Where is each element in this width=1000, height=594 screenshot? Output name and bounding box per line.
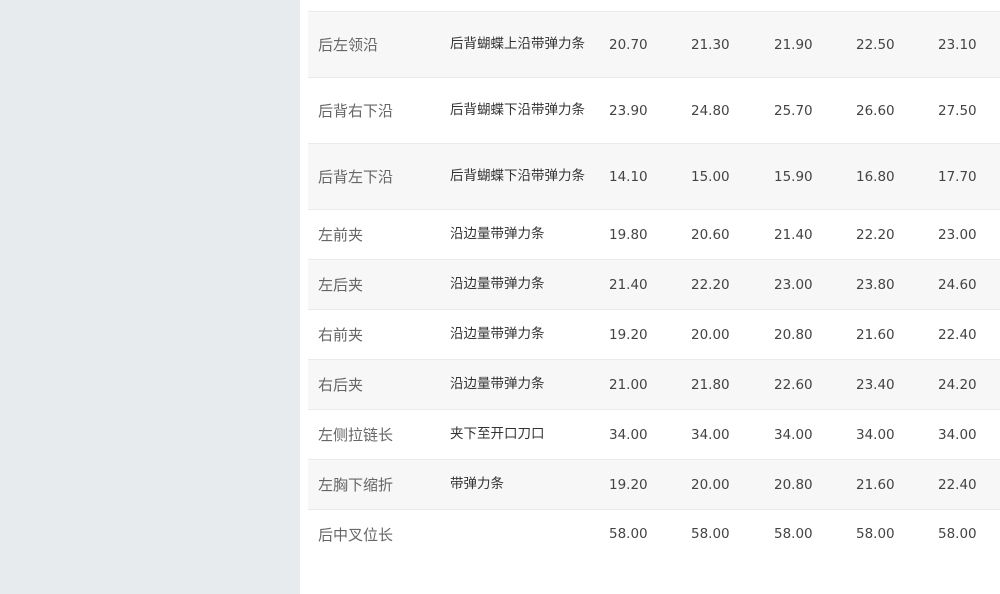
cell-size-value: 24.20 (920, 359, 1000, 410)
cell-size-value: 22.20 (673, 259, 756, 310)
cell-size-value: 22.20 (838, 209, 920, 260)
cell-size-value: 21.60 (838, 309, 920, 360)
cell-measure-method (439, 509, 591, 558)
cell-measure-method: 后背蝴蝶上沿带弹力条 (439, 11, 591, 78)
cell-size-value: 58.00 (591, 509, 673, 558)
table-row: 左侧拉链长 夹下至开口刀口 34.00 34.00 34.00 34.00 34.00 (308, 409, 1000, 460)
left-sidebar-panel (0, 0, 300, 594)
cell-measure-method: 沿边量带弹力条 (439, 359, 591, 410)
cell-measure-method: 后背蝴蝶下沿带弹力条 (439, 143, 591, 210)
cell-size-value: 58.00 (673, 509, 756, 558)
cell-measure-method: 沿边量带弹力条 (439, 259, 591, 310)
cell-size-value: 27.50 (920, 77, 1000, 144)
cell-size-value: 20.80 (756, 309, 838, 360)
cell-size-value: 34.00 (756, 409, 838, 460)
table-row: 后左领沿 后背蝴蝶上沿带弹力条 20.70 21.30 21.90 22.50 23.10 (308, 11, 1000, 78)
cell-size-value: 21.90 (756, 11, 838, 78)
table-row: 后背右下沿 后背蝴蝶下沿带弹力条 23.90 24.80 25.70 26.60 27.50 (308, 77, 1000, 144)
cell-part-name: 右前夹 (308, 309, 439, 360)
cell-size-value: 19.20 (591, 459, 673, 510)
table-row: 左后夹 沿边量带弹力条 21.40 22.20 23.00 23.80 24.60 (308, 259, 1000, 310)
cell-size-value: 24.60 (920, 259, 1000, 310)
table-row: 后中叉位长 58.00 58.00 58.00 58.00 58.00 (308, 509, 1000, 558)
cell-size-value: 20.70 (591, 11, 673, 78)
cell-size-value: 21.00 (591, 359, 673, 410)
cell-size-value: 21.60 (838, 459, 920, 510)
table-row: 左胸下缩折 带弹力条 19.20 20.00 20.80 21.60 22.40 (308, 459, 1000, 510)
cell-size-value: 23.00 (920, 209, 1000, 260)
cell-part-name: 后中叉位长 (308, 509, 439, 558)
cell-part-name: 左胸下缩折 (308, 459, 439, 510)
cell-part-name: 左后夹 (308, 259, 439, 310)
cell-size-value: 26.60 (838, 77, 920, 144)
cell-size-value: 20.80 (756, 459, 838, 510)
cell-part-name: 后背左下沿 (308, 143, 439, 210)
cell-part-name: 后左领沿 (308, 11, 439, 78)
cell-size-value: 22.40 (920, 309, 1000, 360)
table-row: 左前夹 沿边量带弹力条 19.80 20.60 21.40 22.20 23.00 (308, 209, 1000, 260)
cell-size-value: 34.00 (838, 409, 920, 460)
table-row-partial (308, 0, 1000, 12)
cell-part-name: 后背右下沿 (308, 77, 439, 144)
cell-part-name: 左侧拉链长 (308, 409, 439, 460)
cell-measure-method: 沿边量带弹力条 (439, 209, 591, 260)
measurement-table: 后左领沿 后背蝴蝶上沿带弹力条 20.70 21.30 21.90 22.50 23.10 后… (308, 0, 1000, 558)
content-area: 后左领沿 后背蝴蝶上沿带弹力条 20.70 21.30 21.90 22.50 23.10 后… (300, 0, 1000, 594)
cell-size-value: 24.80 (673, 77, 756, 144)
cell-size-value: 17.70 (920, 143, 1000, 210)
cell-size-value: 19.80 (591, 209, 673, 260)
cell-size-value: 16.80 (838, 143, 920, 210)
cell-size-value: 23.10 (920, 11, 1000, 78)
cell-size-value: 21.40 (756, 209, 838, 260)
cell-size-value: 34.00 (920, 409, 1000, 460)
cell-size-value: 15.00 (673, 143, 756, 210)
page: 后左领沿 后背蝴蝶上沿带弹力条 20.70 21.30 21.90 22.50 23.10 后… (0, 0, 1000, 594)
cell-size-value: 22.60 (756, 359, 838, 410)
cell-measure-method: 带弹力条 (439, 459, 591, 510)
cell-size-value: 58.00 (756, 509, 838, 558)
cell-size-value: 25.70 (756, 77, 838, 144)
table-row: 后背左下沿 后背蝴蝶下沿带弹力条 14.10 15.00 15.90 16.80 17.70 (308, 143, 1000, 210)
cell-measure-method: 沿边量带弹力条 (439, 309, 591, 360)
cell-measure-method: 夹下至开口刀口 (439, 409, 591, 460)
cell-size-value: 23.00 (756, 259, 838, 310)
cell-size-value: 23.40 (838, 359, 920, 410)
cell-size-value: 19.20 (591, 309, 673, 360)
cell-size-value: 21.30 (673, 11, 756, 78)
cell-size-value: 14.10 (591, 143, 673, 210)
cell-size-value: 20.00 (673, 309, 756, 360)
cell-size-value: 58.00 (920, 509, 1000, 558)
cell-size-value: 21.40 (591, 259, 673, 310)
cell-size-value: 22.50 (838, 11, 920, 78)
cell-size-value: 15.90 (756, 143, 838, 210)
cell-size-value: 22.40 (920, 459, 1000, 510)
cell-size-value: 58.00 (838, 509, 920, 558)
table-row: 右后夹 沿边量带弹力条 21.00 21.80 22.60 23.40 24.20 (308, 359, 1000, 410)
cell-size-value: 34.00 (591, 409, 673, 460)
cell-size-value: 20.60 (673, 209, 756, 260)
table-row: 右前夹 沿边量带弹力条 19.20 20.00 20.80 21.60 22.40 (308, 309, 1000, 360)
cell-size-value: 21.80 (673, 359, 756, 410)
cell-size-value: 23.90 (591, 77, 673, 144)
cell-part-name: 右后夹 (308, 359, 439, 410)
cell-measure-method: 后背蝴蝶下沿带弹力条 (439, 77, 591, 144)
cell-part-name: 左前夹 (308, 209, 439, 260)
cell-size-value: 23.80 (838, 259, 920, 310)
cell-size-value: 20.00 (673, 459, 756, 510)
cell-size-value: 34.00 (673, 409, 756, 460)
